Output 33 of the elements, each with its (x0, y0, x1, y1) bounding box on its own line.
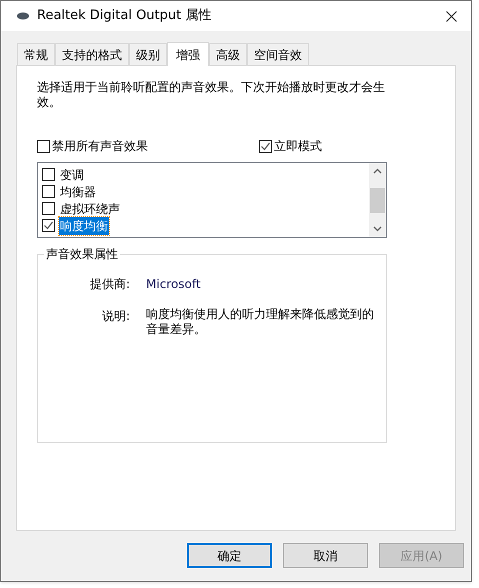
checkbox[interactable] (42, 168, 55, 181)
provider-value: Microsoft (146, 276, 201, 293)
scrollbar[interactable] (369, 163, 386, 237)
scrollbar-thumb[interactable] (370, 188, 385, 212)
effect-item[interactable]: 均衡器 (59, 182, 97, 200)
speaker-device-icon (17, 12, 29, 20)
chevron-down-icon (373, 226, 382, 232)
checkbox[interactable] (42, 219, 55, 232)
close-icon (446, 10, 456, 22)
intro-text: 选择适用于当前聆听配置的声音效果。下次开始播放时更改才会生效。 (37, 80, 386, 110)
checkbox[interactable] (42, 185, 55, 198)
field-label: 提供商: (88, 276, 130, 293)
tab[interactable]: 支持的格式 (55, 43, 129, 65)
checkbox-label: 立即模式 (274, 138, 322, 155)
window-title: Realtek Digital Output 属性 (37, 7, 212, 26)
effect-item[interactable]: 虚拟环绕声 (59, 200, 121, 218)
checkbox[interactable] (42, 202, 55, 215)
chevron-up-icon (373, 168, 382, 174)
tab[interactable]: 级别 (129, 43, 167, 65)
effect-item[interactable]: 响度均衡 (59, 216, 109, 234)
dialog-button[interactable]: 确定 (187, 543, 272, 568)
tab[interactable]: 常规 (17, 43, 55, 65)
checkbox[interactable] (37, 140, 50, 152)
group-title: 声音效果属性 (44, 246, 120, 262)
dialog-button[interactable]: 取消 (283, 543, 368, 568)
checkbox[interactable] (259, 140, 272, 152)
tab[interactable]: 增强 (167, 42, 209, 66)
description-text: 响度均衡使用人的听力理解来降低感觉到的音量差异。 (146, 307, 375, 337)
effect-item[interactable]: 变调 (59, 166, 85, 184)
tab[interactable]: 高级 (209, 43, 247, 65)
tab[interactable]: 空间音效 (247, 43, 309, 65)
field-label: 说明: (100, 308, 130, 325)
checkbox-label: 禁用所有声音效果 (52, 138, 148, 155)
